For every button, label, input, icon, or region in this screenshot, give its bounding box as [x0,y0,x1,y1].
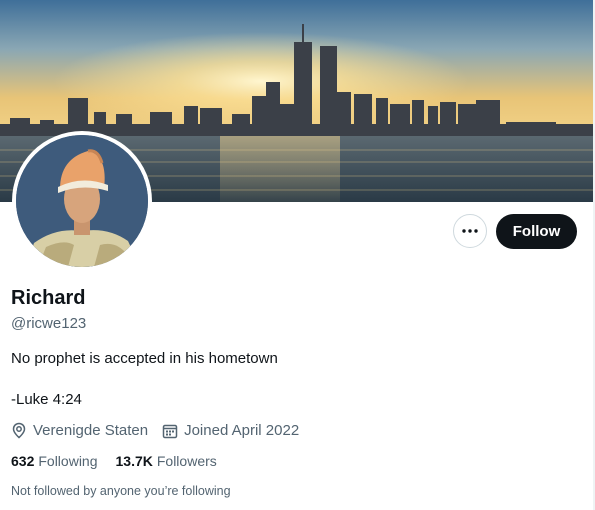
following-link[interactable]: 632 Following [11,453,98,469]
location-text: Verenigde Staten [33,422,149,439]
bio-line-1: No prophet is accepted in his hometown [11,350,278,367]
bio-line-2: -Luke 4:24 [11,391,82,408]
more-options-button[interactable] [453,214,487,248]
calendar-icon [162,424,178,438]
more-horizontal-icon [462,229,478,233]
location-pin-icon [12,422,26,439]
joined-text: Joined April 2022 [184,422,300,439]
follow-button[interactable]: Follow [496,214,577,249]
location-item: Verenigde Staten [11,422,148,439]
joined-item: Joined April 2022 [162,422,299,439]
following-label: Following [38,453,98,469]
profile-handle: @ricwe123 [11,315,87,332]
follow-counts: 632 Following 13.7K Followers [11,453,217,469]
followers-label: Followers [156,453,217,469]
following-count: 632 [11,453,35,469]
profile-name: Richard [11,287,86,309]
avatar[interactable] [12,131,152,271]
followers-count: 13.7K [115,453,153,469]
followers-link[interactable]: 13.7K Followers [116,453,217,469]
mutuals-note: Not followed by anyone you’re following [11,484,231,498]
avatar-image [16,135,148,267]
profile-meta: Verenigde Staten Joined April 2022 [11,422,299,439]
